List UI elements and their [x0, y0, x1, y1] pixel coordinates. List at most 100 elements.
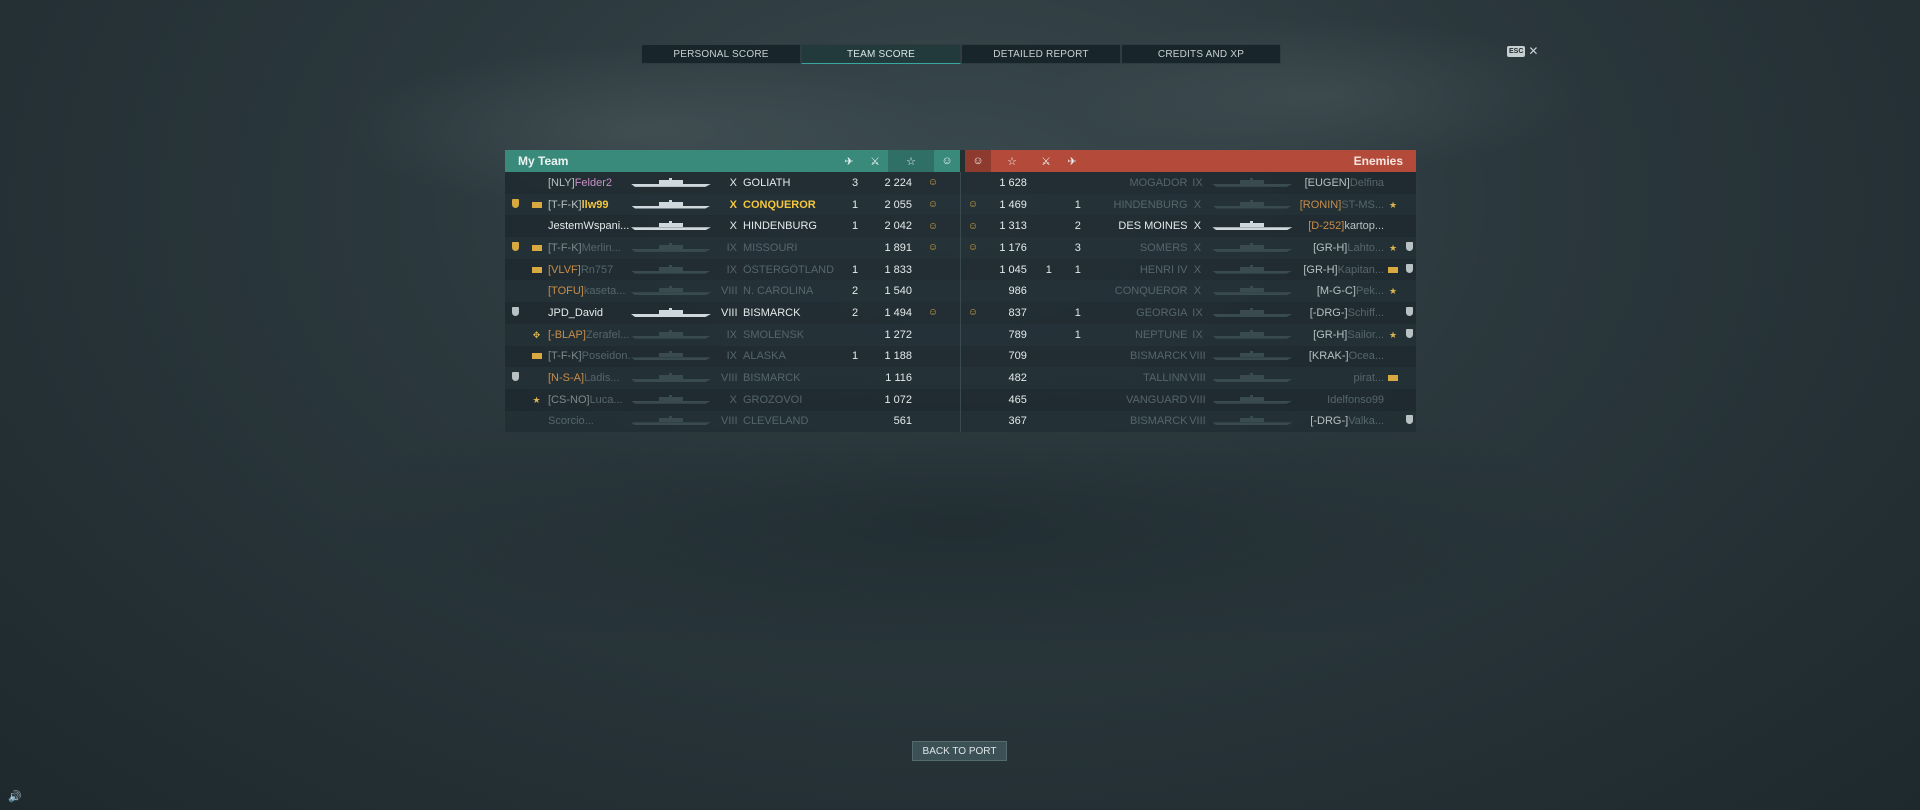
my-team-player[interactable]: [NLY]Felder2 X GOLIATH 3 2 224 ☺	[505, 172, 960, 194]
my-team-player[interactable]: Scorcio... VIII CLEVELAND 561	[505, 411, 960, 433]
player-name[interactable]: [T-F-K]Poseidon...	[548, 350, 631, 362]
base-xp: 789	[1008, 328, 1027, 341]
ship-image	[1207, 373, 1297, 383]
ship-image	[631, 373, 721, 383]
player-name[interactable]: [NLY]Felder2	[548, 177, 631, 189]
player-name[interactable]: [GR-H]Kapitan...	[1297, 264, 1384, 276]
kills-count: 2	[851, 306, 859, 319]
ship-tier: IX	[1192, 306, 1203, 319]
player-nick: Felder2	[574, 176, 612, 189]
player-name[interactable]: JestemWspani...	[548, 220, 631, 232]
player-nick: Luca...	[589, 393, 623, 406]
ship-image	[1207, 307, 1297, 317]
speaker-icon[interactable]: 🔊	[8, 790, 22, 803]
ship-tier: X	[1193, 241, 1202, 254]
esc-key-label: ESC	[1507, 45, 1526, 57]
player-nick: JPD_David	[548, 306, 604, 319]
my-team-player[interactable]: [N-S-A]Ladis... VIII BISMARCK 1 116	[505, 367, 960, 389]
close-icon[interactable]: ✕	[1528, 45, 1538, 57]
smile-icon: ☺	[967, 220, 979, 232]
enemy-player[interactable]: 465 VANGUARD VIII Idelfonso99	[960, 388, 1416, 411]
tab-credits-and-xp[interactable]: CREDITS AND XP	[1121, 44, 1281, 64]
ship-silhouette-icon	[1212, 199, 1293, 209]
ship-image	[631, 307, 721, 317]
tab-team-score[interactable]: TEAM SCORE	[801, 44, 961, 64]
clan-tag: [-DRG-]	[1309, 306, 1348, 319]
kills-count: 1	[1074, 263, 1081, 276]
ship-silhouette-icon	[1212, 416, 1293, 426]
enemy-player[interactable]: ☺ 837 1 GEORGIA IX [-DRG-]Schiff...	[960, 302, 1416, 324]
ship-image	[631, 221, 721, 231]
enemy-player[interactable]: 986 CONQUEROR X [M-G-C]Pek... ★	[960, 280, 1416, 303]
smile-icon: ☺	[927, 199, 939, 211]
ship-name: ÖSTERGÖTLAND	[743, 263, 835, 276]
player-name[interactable]: [T-F-K]llw99	[548, 199, 631, 211]
rank-cell	[1402, 263, 1416, 276]
player-name[interactable]: [EUGEN]Delfina	[1297, 177, 1384, 189]
player-nick: kartop...	[1344, 220, 1385, 233]
my-team-player[interactable]: JPD_David VIII BISMARCK 2 1 494 ☺	[505, 302, 960, 324]
ship-silhouette-icon	[1212, 177, 1293, 187]
my-team-player[interactable]: [T-F-K]llw99 X CONQUEROR 1 2 055 ☺	[505, 194, 960, 216]
medal-ribbon-icon	[531, 201, 542, 208]
my-team-player[interactable]: ★ [CS-NO]Luca... X GROZOVOI 1 072	[505, 389, 960, 411]
player-name[interactable]: [KRAK-]Ocea...	[1297, 350, 1384, 362]
rank-shield-icon	[511, 306, 519, 316]
enemy-player[interactable]: 709 BISMARCK VIII [KRAK-]Ocea...	[960, 345, 1416, 368]
esc-close[interactable]: ESC ✕	[1507, 45, 1538, 57]
player-name[interactable]: [CS-NO]Luca...	[548, 394, 631, 406]
enemy-player[interactable]: 482 TALLINN VIII pirat...	[960, 367, 1416, 389]
player-name[interactable]: Idelfonso99	[1297, 394, 1384, 406]
ship-silhouette-icon	[1212, 307, 1293, 317]
tab-detailed-report[interactable]: DETAILED REPORT	[961, 44, 1121, 64]
enemy-player[interactable]: 789 1 NEPTUNE IX [GR-H]Sailor... ★	[960, 323, 1416, 346]
tab-personal-score[interactable]: PERSONAL SCORE	[641, 44, 801, 64]
player-name[interactable]: [VLVF]Rn757	[548, 264, 631, 276]
my-team-player[interactable]: [TOFU]kaseta... VIII N. CAROLINA 2 1 540	[505, 280, 960, 302]
my-team-player[interactable]: ✥ [-BLAP]Zerafel... IX SMOLENSK 1 272	[505, 324, 960, 346]
enemy-player[interactable]: 367 BISMARCK VIII [-DRG-]Valka...	[960, 410, 1416, 433]
enemy-player[interactable]: 1 045 1 1 HENRI IV X [GR-H]Kapitan...	[960, 258, 1416, 281]
ship-name: BISMARCK	[743, 306, 801, 319]
enemy-player[interactable]: 1 628 MOGADOR IX [EUGEN]Delfina	[960, 172, 1416, 194]
ship-image	[631, 416, 721, 426]
player-name[interactable]: [N-S-A]Ladis...	[548, 372, 631, 384]
my-team-player[interactable]: [T-F-K]Poseidon... IX ALASKA 1 1 188	[505, 346, 960, 368]
player-name[interactable]: [M-G-C]Pek...	[1297, 285, 1384, 297]
ship-tier: VIII	[721, 306, 738, 319]
clan-tag: [T-F-K]	[548, 198, 582, 211]
ship-kill-icon: ⚔	[1041, 155, 1051, 168]
my-team-player[interactable]: JestemWspani... X HINDENBURG 1 2 042 ☺	[505, 215, 960, 237]
back-to-port-button[interactable]: BACK TO PORT	[912, 741, 1007, 761]
player-name[interactable]: [T-F-K]Merlin...	[548, 242, 631, 254]
rank-cell	[1402, 306, 1416, 319]
enemy-player[interactable]: ☺ 1 313 2 DES MOINES X [D-252]kartop...	[960, 215, 1416, 238]
ship-name: GOLIATH	[743, 176, 791, 189]
ship-name: CONQUEROR	[743, 198, 816, 211]
ship-tier: VIII	[1189, 350, 1206, 363]
ship-kill-icon: ⚔	[870, 155, 880, 168]
ship-silhouette-icon	[631, 307, 711, 317]
my-team-player[interactable]: [VLVF]Rn757 IX ÖSTERGÖTLAND 1 1 833	[505, 259, 960, 281]
player-name[interactable]: [GR-H]Sailor...	[1297, 329, 1384, 341]
smile-icon: ☺	[967, 199, 979, 211]
rank-shield-icon	[511, 198, 519, 208]
player-name[interactable]: [-DRG-]Schiff...	[1297, 307, 1384, 319]
player-name[interactable]: [-BLAP]Zerafel...	[548, 329, 631, 341]
enemy-player[interactable]: ☺ 1 176 3 SOMERS X [GR-H]Lahto... ★	[960, 237, 1416, 259]
ship-image	[631, 264, 721, 274]
my-team-player[interactable]: [T-F-K]Merlin... IX MISSOURI 1 891 ☺	[505, 237, 960, 259]
kills-count: 1	[1074, 306, 1081, 319]
player-name[interactable]: [-DRG-]Valka...	[1297, 415, 1384, 427]
player-name[interactable]: JPD_David	[548, 307, 631, 319]
player-name[interactable]: [RONIN]ST-MS...	[1297, 199, 1384, 211]
ship-name: GROZOVOI	[743, 393, 803, 406]
enemy-player[interactable]: ☺ 1 469 1 HINDENBURG X [RONIN]ST-MS... ★	[960, 193, 1416, 216]
player-name[interactable]: Scorcio...	[548, 415, 631, 427]
clan-tag: [D-252]	[1308, 220, 1345, 233]
player-name[interactable]: [GR-H]Lahto...	[1297, 242, 1384, 254]
player-name[interactable]: [TOFU]kaseta...	[548, 285, 631, 297]
player-name[interactable]: pirat...	[1297, 372, 1384, 384]
base-xp: 1 072	[884, 393, 912, 406]
player-name[interactable]: [D-252]kartop...	[1297, 220, 1384, 232]
